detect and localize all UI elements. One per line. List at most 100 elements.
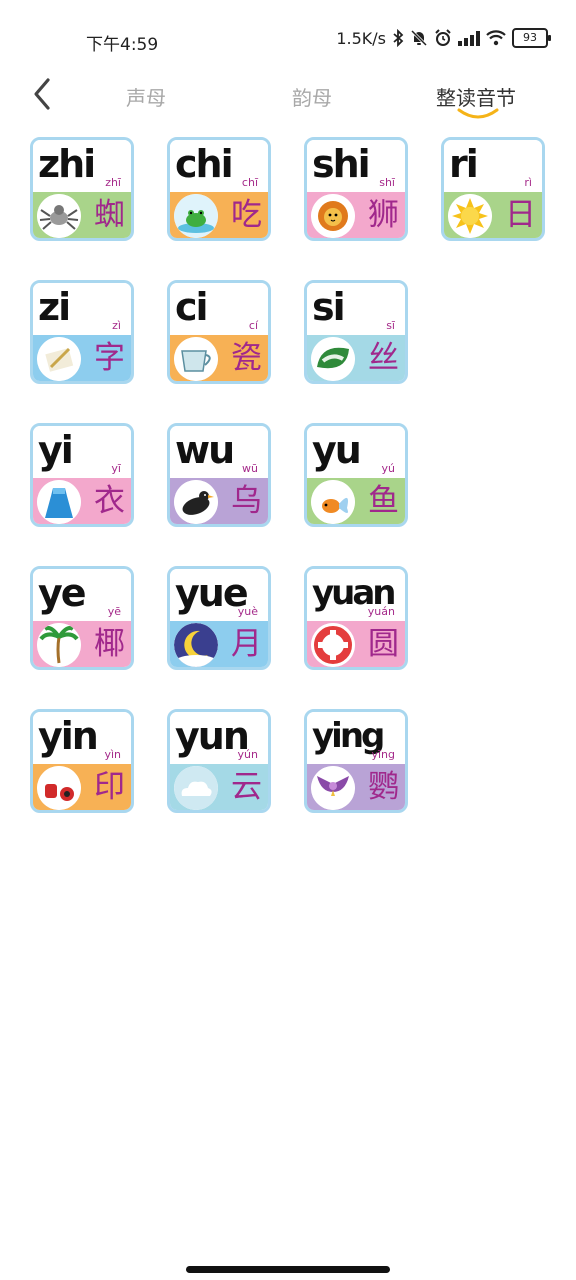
pinyin-label: wu [175,428,235,472]
syllable-card-yin[interactable]: yin yìn 印 [30,709,134,813]
card-top: zi zì [33,283,131,335]
alarm-icon [434,29,452,47]
card-top: ying yīng [307,712,405,764]
syllable-card-zhi[interactable]: zhi zhī 蜘 [30,137,134,241]
syllable-card-yuan[interactable]: yuan yuán 圆 [304,566,408,670]
sun-icon [448,194,492,238]
hanzi-label: 圆 [368,626,399,662]
syllable-card-yun[interactable]: yun yún 云 [167,709,271,813]
card-top: si sī [307,283,405,335]
syllable-card-shi[interactable]: shi shī 狮 [304,137,408,241]
chevron-left-icon [34,78,50,110]
back-button[interactable] [28,74,58,114]
card-bottom: 圆 [307,621,405,667]
tone-label: yī [111,462,121,475]
tone-label: yún [237,748,258,761]
tone-label: yē [107,605,121,618]
tab-finals[interactable]: 韵母 [292,82,332,111]
card-bottom: 鱼 [307,478,405,524]
card-bottom: 乌 [170,478,268,524]
card-top: shi shī [307,140,405,192]
card-top: zhi zhī [33,140,131,192]
active-tab-indicator [457,108,499,119]
wifi-icon [486,30,506,46]
hanzi-label: 瓷 [231,340,262,376]
hanzi-label: 衣 [94,483,125,519]
lifebuoy-icon [311,623,355,667]
parrot-icon [311,766,355,810]
stamp-icon [37,766,81,810]
dress-icon [37,480,81,524]
card-top: ci cí [170,283,268,335]
tone-label: yīng [371,748,395,761]
status-bar: 下午4:59 1.5K/s 93 [0,0,576,80]
syllable-card-zi[interactable]: zi zì 字 [30,280,134,384]
syllable-card-yue[interactable]: yue yuè 月 [167,566,271,670]
card-top: yin yìn [33,712,131,764]
card-bottom: 字 [33,335,131,381]
card-top: wu wū [170,426,268,478]
syllable-card-yu[interactable]: yu yú 鱼 [304,423,408,527]
card-bottom: 瓷 [170,335,268,381]
pinyin-label: ri [449,142,479,186]
tone-label: zhī [105,176,121,189]
card-bottom: 鹦 [307,764,405,810]
hanzi-label: 蜘 [94,197,125,233]
home-indicator[interactable] [186,1266,390,1273]
card-top: yun yún [170,712,268,764]
syllable-card-chi[interactable]: chi chī 吃 [167,137,271,241]
syllable-card-ying[interactable]: ying yīng 鹦 [304,709,408,813]
tone-label: sī [386,319,395,332]
syllable-card-ri[interactable]: ri rì 日 [441,137,545,241]
moon-icon [174,623,218,667]
tab-initials[interactable]: 声母 [126,82,166,111]
hanzi-label: 椰 [94,626,125,662]
fish-icon [311,480,355,524]
signal-icon [458,30,480,46]
hanzi-label: 日 [505,197,536,233]
crow-icon [174,480,218,524]
syllable-card-yi[interactable]: yi yī 衣 [30,423,134,527]
cup-icon [174,337,218,381]
card-top: yi yī [33,426,131,478]
card-bottom: 衣 [33,478,131,524]
tone-label: cí [248,319,258,332]
hanzi-label: 云 [231,769,262,805]
card-top: yu yú [307,426,405,478]
card-top: ye yē [33,569,131,621]
pinyin-label: yue [175,571,249,615]
pinyin-label: ye [38,571,87,615]
hanzi-label: 字 [94,340,125,376]
syllable-card-wu[interactable]: wu wū 乌 [167,423,271,527]
card-top: ri rì [444,140,542,192]
pinyin-label: zi [38,285,71,329]
frog-eating-icon [174,194,218,238]
status-icons: 1.5K/s 93 [336,28,551,48]
card-bottom: 云 [170,764,268,810]
syllable-card-ci[interactable]: ci cí 瓷 [167,280,271,384]
card-bottom: 丝 [307,335,405,381]
pinyin-label: yu [312,428,362,472]
hanzi-label: 吃 [231,197,262,233]
pinyin-label: ci [175,285,209,329]
status-time: 下午4:59 [86,35,159,55]
mute-bell-icon [410,29,428,47]
cloud-icon [174,766,218,810]
syllable-card-ye[interactable]: ye yē 椰 [30,566,134,670]
network-speed: 1.5K/s [336,28,386,48]
battery-icon: 93 [512,28,551,48]
card-bottom: 日 [444,192,542,238]
tone-label: yuán [367,605,395,618]
bluetooth-icon [392,29,404,47]
syllable-card-si[interactable]: si sī 丝 [304,280,408,384]
hanzi-label: 鹦 [368,769,399,805]
silkworm-leaf-icon [311,337,355,381]
hanzi-label: 狮 [368,197,399,233]
top-nav: 声母 韵母 整读音节 [0,70,576,130]
tone-label: zì [112,319,121,332]
pinyin-label: yi [38,428,74,472]
pinyin-label: zhi [38,142,96,186]
card-top: chi chī [170,140,268,192]
tone-label: yuè [237,605,258,618]
hanzi-label: 乌 [231,483,262,519]
